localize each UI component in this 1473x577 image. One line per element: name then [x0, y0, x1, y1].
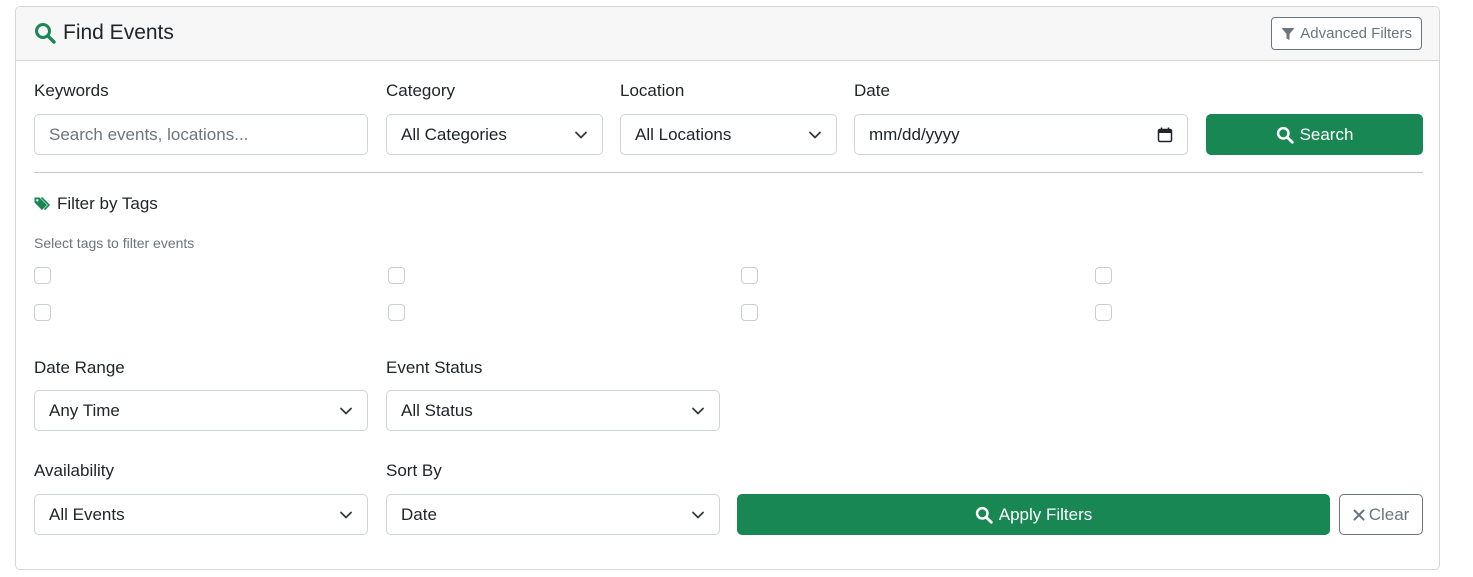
chevron-down-icon	[340, 511, 352, 518]
chevron-down-icon	[575, 131, 587, 138]
sort-by-label: Sort By	[386, 461, 442, 480]
date-placeholder: mm/dd/yyyy	[869, 124, 960, 144]
tags-subtitle: Select tags to filter events	[34, 235, 195, 251]
clear-button-label: Clear	[1368, 504, 1410, 524]
clear-button[interactable]: Clear	[1339, 494, 1423, 535]
search-button-label: Search	[1299, 124, 1354, 144]
sort-by-select[interactable]: Date	[386, 494, 720, 535]
tag-checkbox-8[interactable]	[1095, 304, 1112, 321]
filter-icon	[1281, 27, 1295, 40]
advanced-filters-button[interactable]: Advanced Filters	[1271, 17, 1422, 50]
keywords-field[interactable]	[34, 114, 368, 155]
find-events-panel: Find Events Advanced Filters Keywords Ca…	[15, 6, 1440, 570]
tag-checkbox-3[interactable]	[741, 267, 758, 284]
location-label: Location	[620, 81, 685, 100]
chevron-down-icon	[692, 511, 704, 518]
date-label: Date	[854, 81, 890, 100]
advanced-filters-label: Advanced Filters	[1300, 25, 1412, 42]
availability-value: All Events	[49, 504, 125, 524]
page-title: Find Events	[34, 21, 174, 45]
close-icon	[1353, 509, 1365, 520]
date-range-label: Date Range	[34, 358, 125, 377]
location-value: All Locations	[635, 124, 732, 144]
tag-checkbox-5[interactable]	[34, 304, 51, 321]
calendar-icon[interactable]	[1157, 127, 1173, 143]
event-status-value: All Status	[401, 400, 473, 420]
tag-checkbox-1[interactable]	[34, 267, 51, 284]
page-title-text: Find Events	[63, 21, 174, 44]
location-select[interactable]: All Locations	[620, 114, 837, 155]
tag-checkbox-4[interactable]	[1095, 267, 1112, 284]
event-status-label: Event Status	[386, 358, 483, 377]
chevron-down-icon	[809, 131, 821, 138]
divider	[34, 172, 1423, 173]
apply-filters-button[interactable]: Apply Filters	[737, 494, 1330, 535]
date-range-select[interactable]: Any Time	[34, 390, 368, 431]
apply-filters-label: Apply Filters	[998, 504, 1093, 524]
category-label: Category	[386, 81, 455, 100]
search-icon	[975, 506, 993, 524]
tags-title-text: Filter by Tags	[57, 194, 158, 213]
tags-title: Filter by Tags	[34, 194, 158, 214]
chevron-down-icon	[692, 407, 704, 414]
keywords-label: Keywords	[34, 81, 109, 100]
date-range-value: Any Time	[49, 400, 120, 420]
category-select[interactable]: All Categories	[386, 114, 603, 155]
category-value: All Categories	[401, 124, 507, 144]
date-field[interactable]: mm/dd/yyyy	[854, 114, 1188, 155]
tag-checkbox-2[interactable]	[388, 267, 405, 284]
availability-label: Availability	[34, 461, 115, 480]
tags-icon	[34, 196, 51, 211]
event-status-select[interactable]: All Status	[386, 390, 720, 431]
search-button[interactable]: Search	[1206, 114, 1423, 155]
search-icon	[35, 23, 56, 44]
keywords-input[interactable]	[49, 124, 353, 145]
tag-checkbox-7[interactable]	[741, 304, 758, 321]
search-icon	[1276, 126, 1294, 144]
chevron-down-icon	[340, 407, 352, 414]
sort-by-value: Date	[401, 504, 437, 524]
panel-header: Find Events Advanced Filters	[16, 7, 1439, 61]
tag-checkbox-6[interactable]	[388, 304, 405, 321]
availability-select[interactable]: All Events	[34, 494, 368, 535]
